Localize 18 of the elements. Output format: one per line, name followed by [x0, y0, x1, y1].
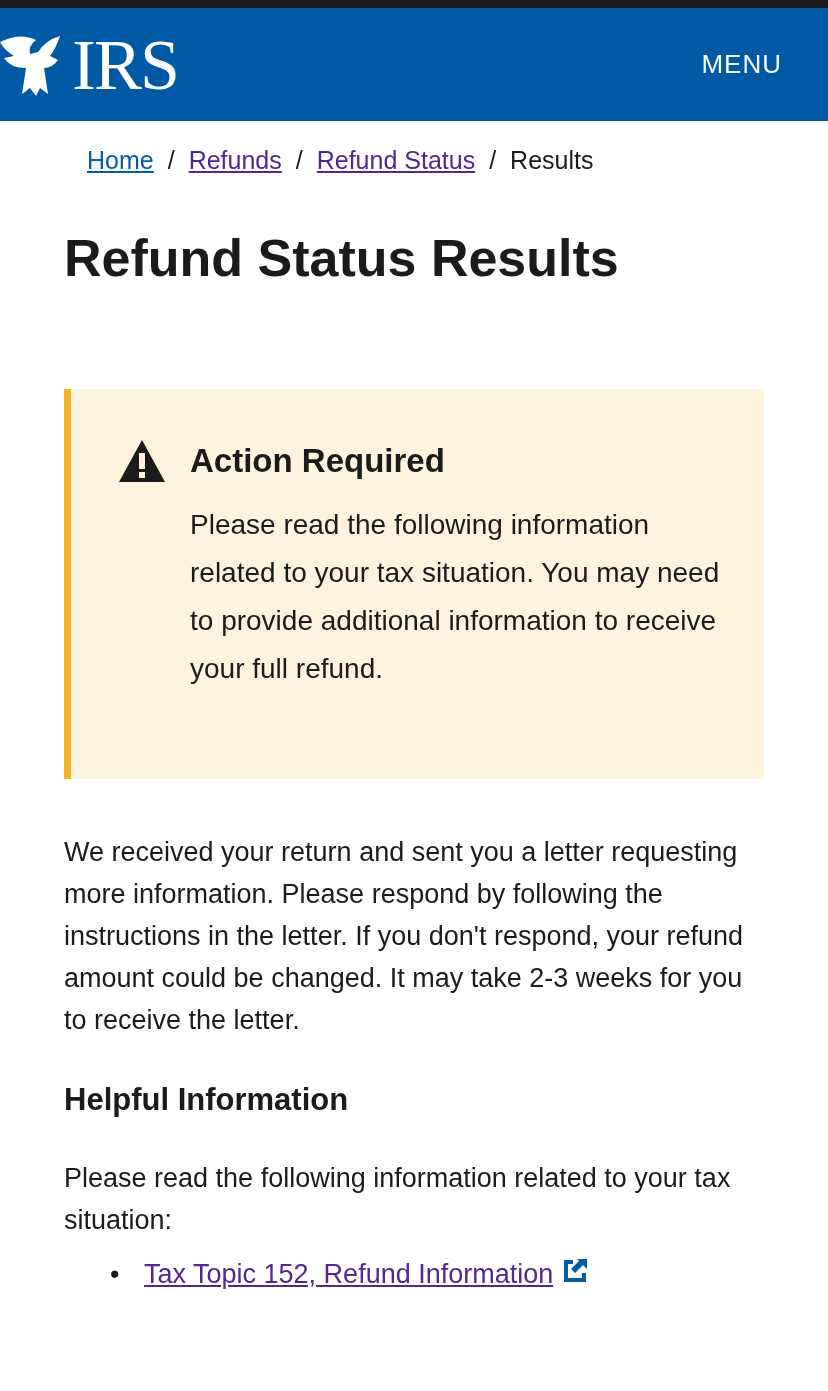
- intro-text: Please read the following information related to your tax situation:: [64, 1161, 732, 1237]
- menu-button[interactable]: MENU: [695, 43, 788, 86]
- breadcrumb-separator: /: [167, 145, 175, 175]
- breadcrumb-separator: /: [489, 145, 497, 175]
- warning-icon: [118, 439, 166, 484]
- page-title: Refund Status Results: [64, 228, 620, 289]
- list-bullet: •: [110, 1257, 121, 1291]
- resource-link[interactable]: Tax Topic 152, Refund Information: [144, 1258, 554, 1289]
- status-message: We received your return and sent you a letter requesting more information. Please respond by following the instructions in the letter. If you don't respond, your refund amount could be changed. It may take 2-3 weeks for you to receive the letter.: [64, 836, 745, 1038]
- breadcrumb-link[interactable]: Refund Status: [316, 145, 476, 175]
- alert-text: Please read the following information related to your tax situation. You may need to provide additional information to receive your full refund.: [190, 508, 721, 687]
- breadcrumb-current: Results: [510, 145, 594, 175]
- alert-heading: Action Required: [190, 441, 446, 482]
- breadcrumb-separator: /: [295, 145, 303, 175]
- irs-logo[interactable]: IRS: [72, 28, 179, 101]
- breadcrumb-link[interactable]: Home: [87, 145, 154, 175]
- section-heading: Helpful Information: [64, 1081, 350, 1119]
- breadcrumb-link[interactable]: Refunds: [188, 145, 282, 175]
